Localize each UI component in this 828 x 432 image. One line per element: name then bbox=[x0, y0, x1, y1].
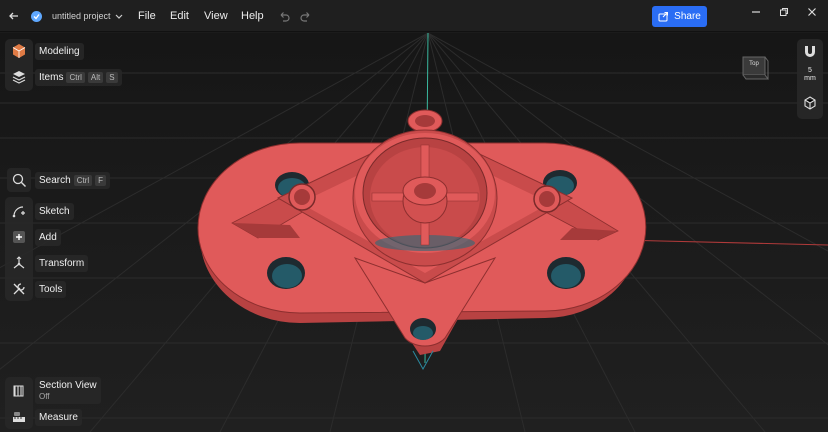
maximize-button[interactable] bbox=[777, 5, 791, 19]
scene-canvas bbox=[0, 33, 828, 432]
add-label: Add bbox=[35, 228, 61, 246]
shortcut-key: F bbox=[95, 174, 107, 186]
shortcut-key: Ctrl bbox=[66, 71, 85, 83]
sketch-label: Sketch bbox=[35, 202, 74, 220]
magnet-icon bbox=[805, 46, 815, 57]
close-icon bbox=[808, 8, 816, 16]
back-button[interactable] bbox=[8, 0, 20, 32]
wrench-icon bbox=[13, 283, 25, 295]
ruler-icon bbox=[13, 412, 25, 422]
modeling-icon-wrap bbox=[7, 39, 31, 63]
layers-icon bbox=[12, 71, 26, 84]
items-icon-wrap bbox=[7, 65, 31, 89]
tools-button[interactable]: Tools bbox=[7, 277, 67, 301]
project-name[interactable]: untitled project bbox=[52, 0, 124, 32]
transform-icon-wrap bbox=[7, 251, 31, 275]
search-icon bbox=[12, 173, 26, 187]
minimize-button[interactable] bbox=[749, 5, 763, 19]
section-view-button[interactable]: Section View Off bbox=[7, 377, 101, 404]
redo-icon bbox=[300, 12, 310, 22]
chevron-down-icon bbox=[115, 14, 122, 19]
cube-icon bbox=[12, 44, 26, 58]
menu-view[interactable]: View bbox=[204, 0, 228, 32]
tools-label: Tools bbox=[35, 280, 67, 298]
redo-button[interactable] bbox=[300, 0, 312, 32]
sketch-icon-wrap bbox=[7, 199, 31, 223]
view-mode-button[interactable] bbox=[802, 95, 818, 111]
shortcut-key: Alt bbox=[87, 71, 104, 83]
items-button[interactable]: Items Ctrl Alt S bbox=[7, 65, 122, 89]
grid-size-value: 5 bbox=[808, 67, 812, 74]
view-cube-face-label: Top bbox=[749, 61, 759, 67]
search-label: Search bbox=[39, 174, 71, 186]
share-button[interactable]: Share bbox=[652, 6, 707, 27]
transform-icon bbox=[13, 256, 25, 269]
modeling-button[interactable]: Modeling bbox=[7, 39, 84, 63]
measure-button[interactable]: Measure bbox=[7, 405, 82, 429]
tools-icon-wrap bbox=[7, 277, 31, 301]
app-logo bbox=[30, 0, 43, 32]
sketch-button[interactable]: Sketch bbox=[7, 199, 74, 223]
items-label: Items bbox=[39, 71, 64, 83]
undo-icon bbox=[280, 12, 290, 22]
3d-viewport[interactable]: Top bbox=[0, 33, 828, 432]
grid-size-button[interactable]: 5 mm bbox=[797, 67, 823, 83]
measure-icon-wrap bbox=[7, 405, 31, 429]
measure-label: Measure bbox=[35, 408, 82, 426]
close-window-button[interactable] bbox=[805, 5, 819, 19]
search-label-wrap: Search Ctrl F bbox=[35, 171, 111, 189]
modeling-label: Modeling bbox=[35, 42, 84, 60]
grid-size-unit: mm bbox=[804, 75, 816, 82]
restore-icon bbox=[780, 8, 788, 16]
section-view-label-wrap: Section View Off bbox=[35, 377, 101, 404]
menu-help[interactable]: Help bbox=[241, 0, 264, 32]
add-icon bbox=[13, 231, 25, 243]
title-bar: untitled project File Edit View Help Sha… bbox=[0, 0, 828, 32]
transform-button[interactable]: Transform bbox=[7, 251, 89, 275]
project-name-label: untitled project bbox=[52, 11, 111, 21]
section-view-icon-wrap bbox=[7, 379, 31, 403]
minimize-icon bbox=[752, 11, 760, 13]
section-view-icon bbox=[13, 385, 24, 396]
search-button[interactable]: Search Ctrl F bbox=[7, 168, 111, 192]
share-icon bbox=[658, 12, 669, 22]
sketch-icon bbox=[12, 206, 25, 218]
add-button[interactable]: Add bbox=[7, 225, 61, 249]
logo-icon bbox=[31, 10, 42, 22]
view-cube[interactable]: Top bbox=[740, 55, 769, 81]
undo-button[interactable] bbox=[278, 0, 290, 32]
menu-file[interactable]: File bbox=[138, 0, 156, 32]
share-label: Share bbox=[674, 11, 701, 22]
search-icon-wrap bbox=[7, 168, 31, 192]
section-view-label: Section View bbox=[39, 380, 97, 391]
shortcut-key: Ctrl bbox=[73, 174, 93, 186]
back-arrow-icon bbox=[9, 12, 18, 20]
shortcut-key: S bbox=[106, 71, 118, 83]
section-view-state: Off bbox=[39, 392, 50, 401]
add-icon-wrap bbox=[7, 225, 31, 249]
cube-outline-icon bbox=[804, 96, 816, 110]
menu-edit[interactable]: Edit bbox=[170, 0, 189, 32]
view-cube-icon bbox=[742, 56, 769, 80]
snap-button[interactable] bbox=[802, 44, 818, 60]
transform-label: Transform bbox=[35, 254, 89, 272]
items-label-wrap: Items Ctrl Alt S bbox=[35, 68, 122, 86]
